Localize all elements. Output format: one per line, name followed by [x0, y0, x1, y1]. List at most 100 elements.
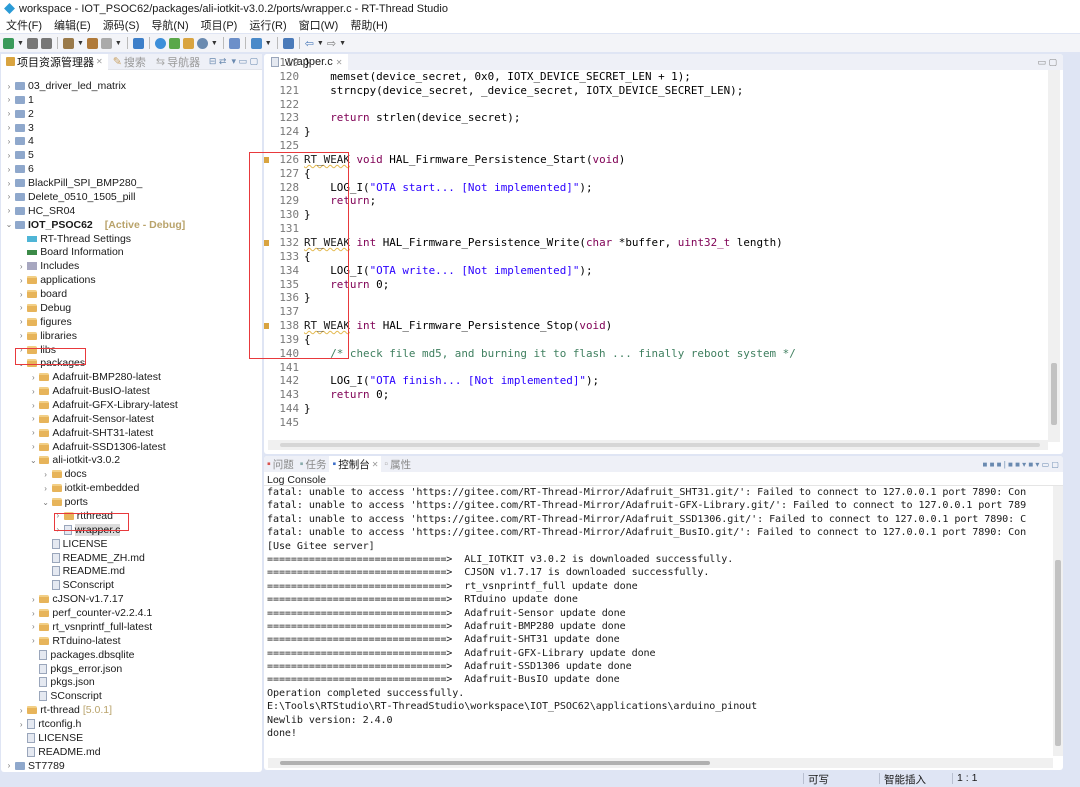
- tree-item[interactable]: › Adafruit-BMP280-latest: [28, 370, 161, 384]
- chevron-right-icon[interactable]: ›: [28, 401, 38, 410]
- open-folder-icon[interactable]: [182, 37, 194, 49]
- layers-icon[interactable]: [282, 37, 294, 49]
- rebuild-icon[interactable]: [86, 37, 98, 49]
- chevron-right-icon[interactable]: ›: [28, 442, 38, 451]
- console-horizontal-scrollbar[interactable]: [268, 758, 1053, 768]
- debug-icon[interactable]: [168, 37, 180, 49]
- tree-item[interactable]: › figures: [16, 315, 72, 329]
- tree-item[interactable]: › 3: [4, 121, 34, 135]
- back-icon[interactable]: ⇦: [305, 37, 314, 50]
- search-icon[interactable]: [196, 37, 208, 49]
- tree-item[interactable]: pkgs_error.json: [28, 662, 122, 676]
- chevron-right-icon[interactable]: ›: [16, 706, 26, 715]
- console-output[interactable]: fatal: unable to access 'https://gitee.c…: [264, 486, 1063, 740]
- tree-item[interactable]: › Adafruit-GFX-Library-latest: [28, 398, 178, 412]
- tree-item[interactable]: › 1: [4, 93, 34, 107]
- tab-project-explorer[interactable]: 项目资源管理器 ✕: [1, 53, 108, 70]
- tree-item[interactable]: › HC_SR04: [4, 204, 76, 218]
- tree-item[interactable]: › Adafruit-BusIO-latest: [28, 384, 150, 398]
- chevron-right-icon[interactable]: ›: [41, 484, 51, 493]
- tree-item[interactable]: › 5: [4, 148, 34, 162]
- tree-item[interactable]: ⌄ IOT_PSOC62 [Active - Debug]: [4, 218, 186, 232]
- menu-item[interactable]: 帮助(H): [344, 17, 393, 33]
- chevron-right-icon[interactable]: ›: [28, 622, 38, 631]
- tab-tasks[interactable]: ▪ 任务: [297, 456, 330, 472]
- tree-item[interactable]: LICENSE: [41, 537, 108, 551]
- menu-item[interactable]: 窗口(W): [293, 17, 345, 33]
- tree-item[interactable]: › rt-thread [5.0.1]: [16, 703, 112, 717]
- console-vertical-scrollbar[interactable]: [1053, 486, 1063, 756]
- build-icon[interactable]: [62, 37, 74, 49]
- tree-item[interactable]: pkgs.json: [28, 675, 95, 689]
- menu-item[interactable]: 源码(S): [97, 17, 146, 33]
- chevron-right-icon[interactable]: ›: [28, 595, 38, 604]
- chevron-right-icon[interactable]: ›: [28, 609, 38, 618]
- tree-item[interactable]: › libraries: [16, 329, 77, 343]
- tree-item[interactable]: › Delete_0510_1505_pill: [4, 190, 136, 204]
- save-all-icon[interactable]: [40, 37, 52, 49]
- tree-item[interactable]: › applications: [16, 273, 96, 287]
- tree-item[interactable]: › Adafruit-SHT31-latest: [28, 426, 153, 440]
- tab-console[interactable]: ▪ 控制台 ✕: [329, 456, 382, 472]
- chevron-right-icon[interactable]: ›: [53, 525, 63, 534]
- tab-navigator[interactable]: ⇆ 导航器: [151, 54, 205, 70]
- tree-item[interactable]: › 4: [4, 134, 34, 148]
- chevron-right-icon[interactable]: ›: [4, 95, 14, 104]
- chevron-down-icon[interactable]: ⌄: [4, 220, 14, 229]
- chevron-right-icon[interactable]: ›: [28, 636, 38, 645]
- terminal-icon[interactable]: [132, 37, 144, 49]
- tree-item[interactable]: › docs: [41, 467, 87, 481]
- chevron-right-icon[interactable]: ›: [4, 165, 14, 174]
- menu-item[interactable]: 项目(P): [195, 17, 244, 33]
- tree-item[interactable]: ⌄ ports: [41, 495, 88, 509]
- tree-item[interactable]: README.md: [16, 745, 101, 759]
- tree-item[interactable]: › 03_driver_led_matrix: [4, 79, 126, 93]
- chevron-right-icon[interactable]: ›: [4, 761, 14, 770]
- tree-item[interactable]: README_ZH.md: [41, 551, 145, 565]
- tree-item[interactable]: LICENSE: [16, 731, 83, 745]
- tree-item[interactable]: › cJSON-v1.7.17: [28, 592, 124, 606]
- tab-properties[interactable]: ▫ 属性: [381, 456, 414, 472]
- tree-item[interactable]: › Adafruit-SSD1306-latest: [28, 440, 166, 454]
- chevron-down-icon[interactable]: ⌄: [41, 498, 51, 507]
- view-actions[interactable]: ⊟ ⇄ ▾ ▭ ▢: [209, 56, 262, 67]
- close-icon[interactable]: ✕: [372, 460, 379, 469]
- chevron-right-icon[interactable]: ›: [4, 109, 14, 118]
- tree-item[interactable]: packages.dbsqlite: [28, 648, 134, 662]
- chevron-right-icon[interactable]: ›: [4, 206, 14, 215]
- flash-icon[interactable]: [250, 37, 262, 49]
- download-icon[interactable]: [228, 37, 240, 49]
- chevron-right-icon[interactable]: ›: [41, 470, 51, 479]
- clean-icon[interactable]: [100, 37, 112, 49]
- save-icon[interactable]: [26, 37, 38, 49]
- chevron-right-icon[interactable]: ›: [16, 720, 26, 729]
- tree-item[interactable]: › rtthread: [53, 509, 113, 523]
- chevron-right-icon[interactable]: ›: [4, 137, 14, 146]
- chevron-right-icon[interactable]: ›: [4, 192, 14, 201]
- chevron-down-icon[interactable]: ⌄: [16, 359, 26, 368]
- tree-item[interactable]: › RTduino-latest: [28, 634, 120, 648]
- tree-item[interactable]: RT-Thread Settings: [16, 232, 131, 246]
- scrollbar-thumb[interactable]: [280, 761, 710, 765]
- tree-item[interactable]: › Includes: [16, 259, 79, 273]
- tree-item[interactable]: › libs: [16, 343, 56, 357]
- chevron-right-icon[interactable]: ›: [16, 331, 26, 340]
- chevron-right-icon[interactable]: ›: [16, 345, 26, 354]
- editor-horizontal-scrollbar[interactable]: [268, 440, 1048, 450]
- tree-item[interactable]: Board Information: [16, 245, 124, 259]
- menu-item[interactable]: 运行(R): [243, 17, 292, 33]
- menu-item[interactable]: 编辑(E): [48, 17, 97, 33]
- chevron-right-icon[interactable]: ›: [4, 82, 14, 91]
- chevron-down-icon[interactable]: ⌄: [28, 456, 38, 465]
- scrollbar-thumb[interactable]: [1055, 560, 1061, 746]
- chevron-right-icon[interactable]: ›: [4, 179, 14, 188]
- tree-item[interactable]: › Adafruit-Sensor-latest: [28, 412, 154, 426]
- tree-item[interactable]: › board: [16, 287, 67, 301]
- chevron-right-icon[interactable]: ›: [16, 303, 26, 312]
- chevron-right-icon[interactable]: ›: [53, 511, 63, 520]
- new-icon[interactable]: [3, 37, 14, 49]
- menu-item[interactable]: 导航(N): [145, 17, 194, 33]
- tree-item[interactable]: ⌄ packages: [16, 356, 85, 370]
- chevron-down-icon[interactable]: ▼: [17, 40, 24, 47]
- tree-item[interactable]: SConscript: [28, 689, 102, 703]
